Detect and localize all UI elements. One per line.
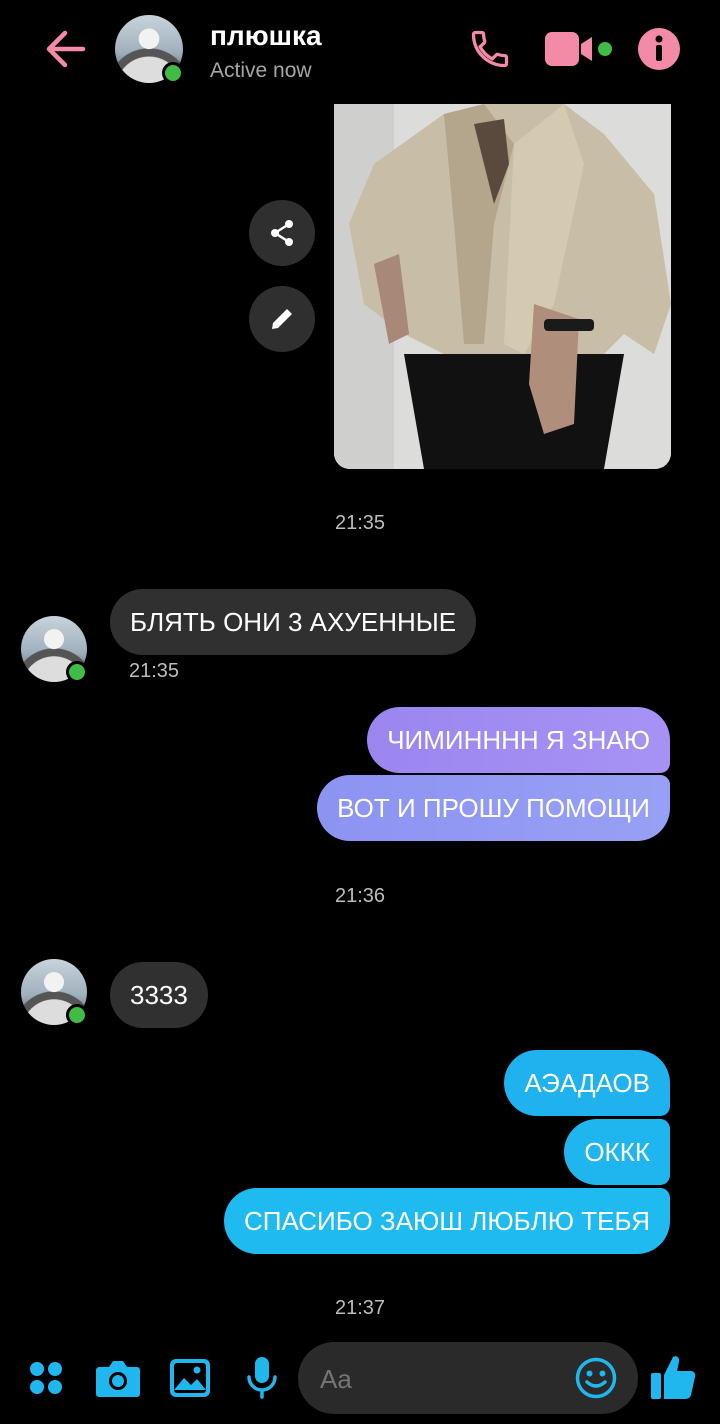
incoming-message[interactable]: 3333	[110, 962, 208, 1028]
voice-call-button[interactable]	[466, 26, 514, 72]
emoji-icon	[575, 1357, 617, 1399]
message-time: 21:35	[129, 660, 180, 682]
share-icon	[271, 220, 293, 246]
video-call-button[interactable]	[544, 30, 614, 68]
gallery-button[interactable]	[168, 1356, 212, 1400]
image-icon	[170, 1359, 210, 1397]
camera-button[interactable]	[94, 1356, 142, 1400]
outgoing-message[interactable]: АЭАДАОВ	[504, 1050, 670, 1116]
outgoing-message[interactable]: ЧИМИНННН Я ЗНАЮ	[367, 707, 670, 773]
grid-icon	[30, 1362, 62, 1394]
timestamp: 21:36	[334, 885, 386, 907]
microphone-icon	[247, 1357, 277, 1399]
info-icon	[638, 28, 680, 70]
phone-icon	[471, 30, 509, 68]
like-button[interactable]	[648, 1352, 698, 1402]
share-button[interactable]	[249, 200, 315, 266]
outgoing-message[interactable]: СПАСИБО ЗАЮШ ЛЮБЛЮ ТЕБЯ	[224, 1188, 670, 1254]
info-button[interactable]	[637, 27, 681, 71]
photo-content	[334, 104, 671, 469]
shared-photo[interactable]	[334, 104, 671, 469]
back-button[interactable]	[40, 26, 90, 72]
online-indicator	[162, 62, 184, 84]
incoming-message[interactable]: БЛЯТЬ ОНИ 3 АХУЕННЫЕ	[110, 589, 477, 655]
outgoing-message[interactable]: ОККК	[564, 1119, 670, 1185]
timestamp: 21:37	[334, 1297, 386, 1319]
voice-message-button[interactable]	[242, 1354, 282, 1402]
timestamp: 21:35	[334, 512, 386, 534]
online-indicator	[66, 1004, 88, 1026]
edit-button[interactable]	[249, 286, 315, 352]
more-actions-button[interactable]	[26, 1358, 66, 1398]
back-arrow-icon	[46, 30, 86, 68]
online-indicator	[66, 661, 88, 683]
video-icon	[545, 32, 612, 66]
message-composer	[298, 1342, 638, 1416]
contact-name[interactable]: плюшка	[210, 20, 322, 52]
thumbs-up-icon	[651, 1356, 696, 1399]
message-input[interactable]	[318, 1342, 572, 1416]
emoji-button[interactable]	[574, 1356, 618, 1400]
active-status: Active now	[210, 59, 312, 82]
chat-header: плюшка Active now	[0, 0, 720, 100]
camera-icon	[96, 1361, 140, 1397]
outgoing-message[interactable]: ВОТ И ПРОШУ ПОМОЩИ	[317, 775, 670, 841]
pencil-icon	[272, 309, 292, 329]
